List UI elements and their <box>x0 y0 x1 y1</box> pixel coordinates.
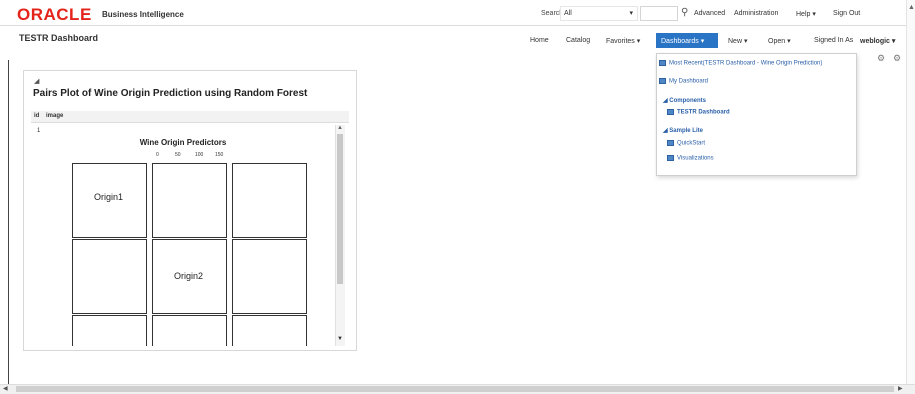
nav-home[interactable]: Home <box>530 37 549 44</box>
row-id: 1 <box>37 128 41 134</box>
scroll-right-icon[interactable]: ▶ <box>898 385 903 392</box>
dashboard-icon <box>667 140 674 146</box>
tick-label: 100 <box>195 152 204 158</box>
menu-item-my-dashboard[interactable]: My Dashboard <box>659 78 708 85</box>
collapse-icon[interactable]: ◢ <box>34 77 39 85</box>
administration-link[interactable]: Administration <box>734 10 778 17</box>
scroll-up-icon[interactable]: ▲ <box>337 125 343 131</box>
tick-label: 150 <box>215 152 224 158</box>
origin2-label: Origin2 <box>174 271 204 281</box>
product-name: Business Intelligence <box>102 10 184 19</box>
advanced-link[interactable]: Advanced <box>694 10 725 17</box>
sign-out-link[interactable]: Sign Out <box>833 10 860 17</box>
table-header <box>31 111 349 123</box>
plot-cell <box>232 239 307 314</box>
dashboard-icon <box>659 60 666 66</box>
dashboard-icon <box>659 78 666 84</box>
nav-dashboards[interactable]: Dashboards ▾ <box>656 33 718 48</box>
dashboard-icon <box>667 155 674 161</box>
dashboard-bar: TESTR Dashboard Home Catalog Favorites ▾… <box>0 27 915 53</box>
scrollbar-thumb[interactable] <box>16 386 894 392</box>
report-title: Pairs Plot of Wine Origin Prediction usi… <box>33 88 308 99</box>
top-bar: ORACLE Business Intelligence Search All … <box>0 0 915 26</box>
scrollbar-thumb[interactable] <box>337 134 343 284</box>
plot-cell <box>232 315 307 346</box>
tick-label: 0 <box>156 152 159 158</box>
search-icon[interactable]: ⚲ <box>681 7 688 18</box>
plot-title: Wine Origin Predictors <box>139 138 227 147</box>
dashboard-icon <box>667 109 674 115</box>
menu-item-most-recent[interactable]: Most Recent(TESTR Dashboard - Wine Origi… <box>659 60 822 67</box>
menu-item-visualizations[interactable]: Visualizations <box>667 155 714 162</box>
menu-item-label: My Dashboard <box>669 78 709 85</box>
gear-icon[interactable]: ⚙ <box>877 53 885 64</box>
tick-label: 50 <box>175 152 181 158</box>
help-icon[interactable]: ⚙ <box>893 53 901 64</box>
plot-cell <box>232 163 307 238</box>
menu-group-components[interactable]: ◢ Components <box>663 97 706 104</box>
scroll-down-icon[interactable]: ▼ <box>337 336 343 342</box>
user-menu[interactable]: weblogic ▾ <box>860 37 895 45</box>
plot-cell <box>152 163 227 238</box>
column-header-id[interactable]: id <box>34 113 39 119</box>
scroll-left-icon[interactable]: ◀ <box>3 385 8 392</box>
signed-in-label: Signed In As <box>814 37 854 44</box>
page: ORACLE Business Intelligence Search All … <box>0 0 915 394</box>
column-header-image[interactable]: image <box>46 113 63 119</box>
menu-group-label: Components <box>669 98 706 104</box>
plot-cell <box>72 239 147 314</box>
plot-cell <box>72 315 147 346</box>
nav-open[interactable]: Open ▾ <box>768 37 791 45</box>
menu-item-label: QuickStart <box>677 140 706 147</box>
menu-group-label: Sample Lite <box>669 128 703 134</box>
page-vertical-scrollbar[interactable] <box>906 0 915 384</box>
origin1-label: Origin1 <box>94 192 124 202</box>
help-menu[interactable]: Help ▾ <box>796 10 816 18</box>
menu-group-sample-lite[interactable]: ◢ Sample Lite <box>663 127 703 134</box>
menu-item-label: TESTR Dashboard <box>677 109 730 116</box>
search-scope-value: All <box>564 10 572 17</box>
menu-item-label: Most Recent(TESTR Dashboard - Wine Origi… <box>669 60 823 67</box>
nav-new[interactable]: New ▾ <box>728 37 747 45</box>
scroll-up-icon[interactable]: ▲ <box>908 4 915 11</box>
chevron-down-icon: ▾ <box>629 10 633 17</box>
menu-item-quickstart[interactable]: QuickStart <box>667 140 705 147</box>
left-divider <box>8 60 9 390</box>
oracle-logo[interactable]: ORACLE <box>17 5 92 25</box>
nav-favorites[interactable]: Favorites ▾ <box>606 37 640 45</box>
menu-item-testr-dashboard[interactable]: TESTR Dashboard <box>667 109 730 116</box>
nav-catalog[interactable]: Catalog <box>566 37 590 44</box>
search-input[interactable] <box>640 6 678 21</box>
page-title: TESTR Dashboard <box>19 33 99 43</box>
menu-item-label: Visualizations <box>677 155 714 162</box>
search-scope-select[interactable]: All ▾ <box>560 6 638 21</box>
plot-cell <box>152 315 227 346</box>
